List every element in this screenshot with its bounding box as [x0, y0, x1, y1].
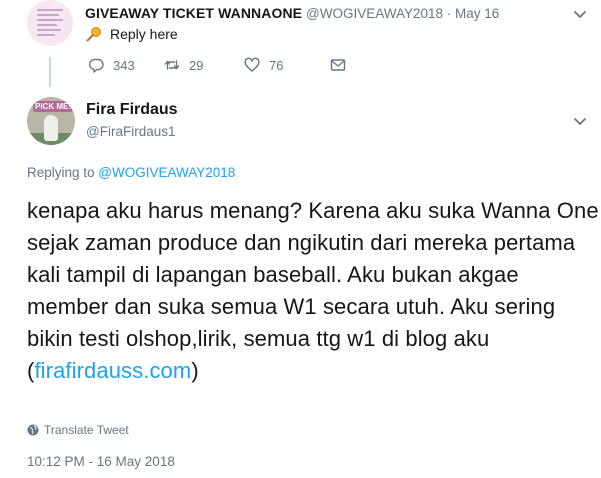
direct-message-button[interactable] — [330, 57, 355, 73]
tweet-body-end: ) — [191, 358, 199, 383]
tweet-body: kenapa aku harus menang? Karena aku suka… — [27, 198, 599, 383]
parent-tweet-actions: 343 29 76 — [88, 57, 355, 73]
like-count: 76 — [269, 57, 284, 73]
parent-avatar[interactable] — [27, 0, 73, 46]
parent-author-name[interactable]: GIVEAWAY TICKET WANNAONE — [85, 5, 302, 21]
main-author-name[interactable]: Fira Firdaus — [86, 101, 178, 119]
parent-author-handle[interactable]: @WOGIVEAWAY2018 — [306, 6, 443, 21]
retweet-icon — [164, 60, 180, 70]
blog-link[interactable]: firafirdauss.com — [34, 358, 191, 383]
translate-tweet-button[interactable]: Translate Tweet — [27, 423, 129, 437]
envelope-icon — [330, 59, 346, 71]
reply-button[interactable]: 343 — [88, 57, 164, 73]
reply-here-label: Reply here — [110, 26, 178, 42]
main-author-handle[interactable]: @FiraFirdaus1 — [86, 124, 175, 139]
chevron-down-icon[interactable] — [572, 6, 588, 22]
replying-to-prefix: Replying to — [27, 165, 99, 180]
main-tweet-text: kenapa aku harus menang? Karena aku suka… — [27, 195, 599, 387]
main-author-avatar[interactable]: PICK ME! — [27, 97, 75, 145]
lollipop-icon — [86, 27, 101, 42]
parent-author-meta[interactable]: @WOGIVEAWAY2018 · May 16 — [306, 6, 499, 21]
replying-to-handle-link[interactable]: @WOGIVEAWAY2018 — [98, 165, 235, 180]
like-button[interactable]: 76 — [244, 57, 330, 73]
thread-connector-line — [49, 57, 51, 87]
reply-icon — [89, 58, 104, 73]
chevron-down-icon[interactable] — [572, 113, 588, 129]
parent-tweet-text: Reply here — [86, 26, 178, 42]
replying-to-line: Replying to @WOGIVEAWAY2018 — [27, 165, 235, 180]
translate-label: Translate Tweet — [44, 423, 129, 437]
heart-icon — [244, 57, 260, 72]
avatar-pick-me-label: PICK ME! — [33, 101, 73, 112]
retweet-count: 29 — [189, 57, 204, 73]
meta-separator: · — [446, 6, 452, 21]
globe-icon — [27, 424, 39, 436]
parent-tweet-date[interactable]: May 16 — [455, 6, 499, 21]
reply-count: 343 — [113, 57, 135, 73]
retweet-button[interactable]: 29 — [164, 57, 244, 73]
tweet-timestamp[interactable]: 10:12 PM - 16 May 2018 — [27, 454, 175, 469]
